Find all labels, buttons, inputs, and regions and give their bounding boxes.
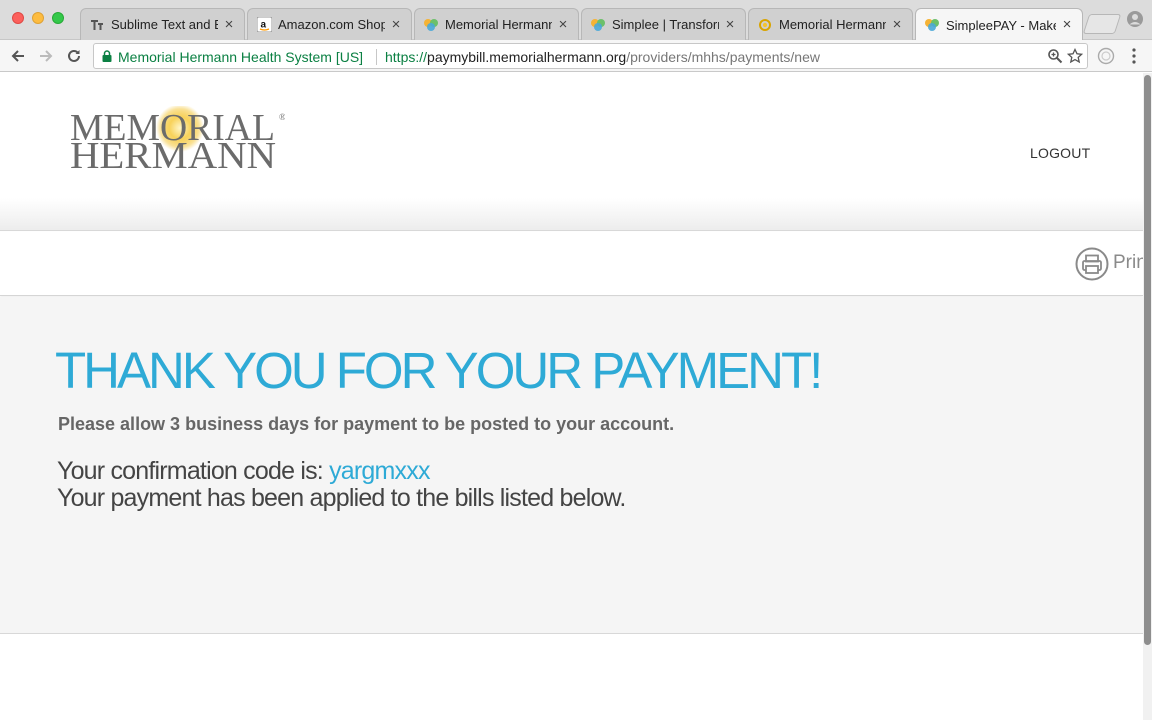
scrollbar-thumb[interactable] xyxy=(1144,75,1151,645)
browser-toolbar: Memorial Hermann Health System [US] http… xyxy=(0,40,1152,72)
browser-tab-4[interactable]: Simplee | Transform × xyxy=(581,8,746,40)
browser-tab-2[interactable]: a Amazon.com Shopp × xyxy=(247,8,412,40)
forward-arrow-icon xyxy=(40,50,53,62)
tab-close-icon[interactable]: × xyxy=(890,17,904,32)
new-tab-button[interactable] xyxy=(1082,14,1122,34)
url-scheme: https:// xyxy=(385,49,428,65)
tab-close-icon[interactable]: × xyxy=(222,17,236,32)
browser-tab-6-active[interactable]: SimpleePAY - Make × xyxy=(915,8,1083,41)
confirmation-panel: THANK YOU FOR YOUR PAYMENT! Please allow… xyxy=(0,297,1143,634)
page-scrollbar[interactable] xyxy=(1143,73,1152,720)
printer-icon[interactable] xyxy=(1075,247,1109,281)
posting-notice: Please allow 3 business days for payment… xyxy=(58,414,675,434)
address-bar[interactable]: Memorial Hermann Health System [US] http… xyxy=(93,43,1088,69)
simplee-favicon-icon xyxy=(423,17,439,33)
window-maximize-button[interactable] xyxy=(52,12,64,24)
page-title: THANK YOU FOR YOUR PAYMENT! xyxy=(55,342,823,399)
confirmation-line: Your confirmation code is: yargmxxx xyxy=(57,457,430,486)
web-page: MEMORIAL ® HERMANN LOGOUT Print THANK YO… xyxy=(0,73,1143,720)
simplee-favicon-icon xyxy=(590,17,606,33)
url-host: paymybill.memorialhermann.org xyxy=(427,49,627,65)
svg-text:®: ® xyxy=(279,112,285,122)
back-button[interactable] xyxy=(8,46,28,66)
tab-title: Memorial Hermann xyxy=(445,17,552,32)
reload-icon xyxy=(68,49,80,62)
url-path: /providers/mhhs/payments/new xyxy=(626,49,820,65)
browser-tab-3[interactable]: Memorial Hermann × xyxy=(414,8,579,40)
reload-button[interactable] xyxy=(64,46,84,66)
sublime-favicon-icon xyxy=(89,17,105,33)
site-header: MEMORIAL ® HERMANN LOGOUT xyxy=(0,73,1143,231)
browser-tab-5[interactable]: Memorial Hermann × xyxy=(748,8,913,40)
window-minimize-button[interactable] xyxy=(32,12,44,24)
amazon-favicon-icon: a xyxy=(256,17,272,33)
memorial-hermann-favicon-icon xyxy=(757,17,773,33)
tab-close-icon[interactable]: × xyxy=(723,17,737,32)
tab-title: Sublime Text and Ba xyxy=(111,17,218,32)
tab-title: Amazon.com Shopp xyxy=(278,17,385,32)
extension-icon[interactable] xyxy=(1097,47,1115,65)
logout-link[interactable]: LOGOUT xyxy=(1030,145,1090,161)
back-arrow-icon xyxy=(11,50,24,62)
address-divider xyxy=(376,49,377,65)
simplee-favicon-icon xyxy=(924,17,940,33)
tab-close-icon[interactable]: × xyxy=(389,17,403,32)
browser-tab-bar: Sublime Text and Ba × a Amazon.com Shopp… xyxy=(0,0,1152,41)
bookmark-star-icon[interactable] xyxy=(1067,48,1083,64)
applied-notice: Your payment has been applied to the bil… xyxy=(57,484,626,512)
browser-tab-1[interactable]: Sublime Text and Ba × xyxy=(80,8,245,40)
logo-line2: HERMANN xyxy=(70,135,276,170)
browser-menu-icon[interactable] xyxy=(1126,47,1142,65)
confirmation-code: yargmxxx xyxy=(329,457,430,485)
tab-title: SimpleePAY - Make xyxy=(946,17,1056,33)
print-bar: Print xyxy=(0,232,1143,296)
window-close-button[interactable] xyxy=(12,12,24,24)
memorial-hermann-logo[interactable]: MEMORIAL ® HERMANN xyxy=(70,106,285,170)
tab-title: Simplee | Transform xyxy=(612,17,719,32)
confirmation-prefix: Your confirmation code is: xyxy=(57,457,324,485)
print-link[interactable]: Print xyxy=(1113,252,1143,274)
tab-title: Memorial Hermann xyxy=(779,17,886,32)
forward-button[interactable] xyxy=(36,46,56,66)
security-label: Memorial Hermann Health System [US] xyxy=(118,49,364,65)
profile-icon[interactable] xyxy=(1126,10,1144,28)
url-text[interactable]: https://paymybill.memorialhermann.org/pr… xyxy=(385,49,820,65)
zoom-icon[interactable] xyxy=(1047,48,1063,64)
lock-icon xyxy=(102,50,112,62)
tab-close-icon[interactable]: × xyxy=(556,17,570,32)
tab-close-icon[interactable]: × xyxy=(1060,17,1074,32)
